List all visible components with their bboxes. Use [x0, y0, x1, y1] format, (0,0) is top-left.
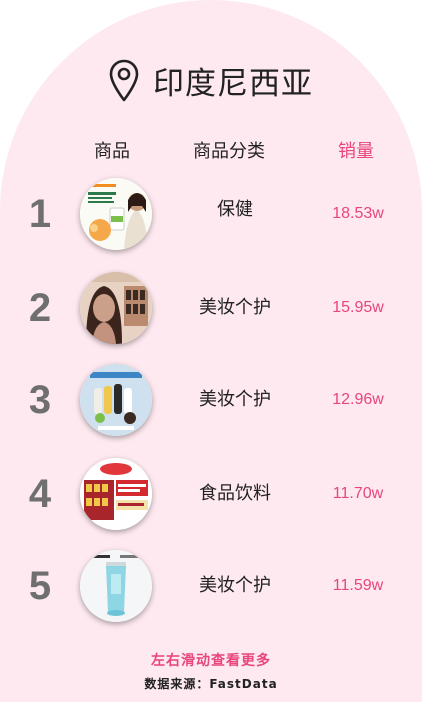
- category-label: 食品饮料: [199, 483, 271, 504]
- list-item[interactable]: 3 美妆个护 12.96w: [0, 360, 422, 440]
- rank-number: 5: [28, 564, 52, 608]
- title-row: 印度尼西亚: [0, 58, 422, 103]
- list-item[interactable]: 5 美妆个护 11.59w: [0, 546, 422, 626]
- category-label: 美妆个护: [199, 297, 271, 318]
- product-image[interactable]: [80, 550, 152, 622]
- sales-value: 18.53w: [332, 205, 384, 222]
- list-item[interactable]: 1 保健 18.53w: [0, 174, 422, 254]
- list-item[interactable]: 4 食品饮料 11.70w: [0, 454, 422, 534]
- page-title: 印度尼西亚: [153, 66, 313, 102]
- swipe-hint: 左右滑动查看更多: [151, 653, 271, 669]
- category-label: 保健: [217, 199, 253, 220]
- sales-value: 11.70w: [332, 485, 384, 502]
- rank-number: 4: [28, 472, 52, 516]
- ranking-card: 印度尼西亚 商品 商品分类 销量 1 保健 18.53w 2 美妆个护 15.9…: [0, 0, 422, 702]
- sales-value: 12.96w: [332, 391, 384, 408]
- rank-number: 3: [28, 378, 52, 422]
- data-source: 数据来源：FastData: [144, 677, 278, 691]
- location-pin-icon: [109, 59, 139, 101]
- rank-number: 2: [28, 286, 52, 330]
- header-category: 商品分类: [193, 141, 265, 162]
- category-label: 美妆个护: [199, 575, 271, 596]
- rank-number: 1: [28, 192, 52, 236]
- product-image[interactable]: [80, 458, 152, 530]
- sales-value: 15.95w: [332, 299, 384, 316]
- header-product: 商品: [94, 141, 130, 162]
- sales-value: 11.59w: [332, 577, 384, 594]
- list-item[interactable]: 2 美妆个护 15.95w: [0, 268, 422, 348]
- product-image[interactable]: [80, 364, 152, 436]
- header-sales: 销量: [338, 141, 374, 162]
- product-image[interactable]: [80, 272, 152, 344]
- product-image[interactable]: [80, 178, 152, 250]
- category-label: 美妆个护: [199, 389, 271, 410]
